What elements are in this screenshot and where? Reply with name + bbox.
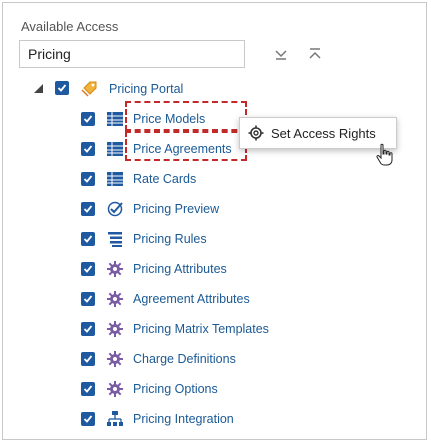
checkmark-icon [83,265,93,273]
tree-node-child[interactable]: Pricing Attributes [3,255,428,283]
tree-node-child[interactable]: Pricing Rules [3,225,428,253]
tree-node-label[interactable]: Pricing Matrix Templates [133,322,269,336]
tag-icon [81,81,97,97]
tree-node-child[interactable]: Rate Cards [3,165,428,193]
set-access-rights-menu-item[interactable]: Set Access Rights [240,118,396,148]
hierarchy-icon [107,411,123,426]
gear-icon [107,381,123,397]
collapse-all-button[interactable] [307,46,323,62]
checkmark-icon [83,145,93,153]
tree-node-label[interactable]: Pricing Preview [133,202,219,216]
table-icon [107,172,123,186]
child-checkbox[interactable] [81,292,95,306]
tree-node-label[interactable]: Pricing Rules [133,232,207,246]
tree-node-child[interactable]: Agreement Attributes [3,285,428,313]
expand-all-button[interactable] [273,46,289,62]
menu-item-label: Set Access Rights [271,126,376,141]
checkmark-icon [83,235,93,243]
checkmark-icon [83,205,93,213]
child-checkbox[interactable] [81,232,95,246]
search-input[interactable]: Pricing [19,40,245,68]
tree-node-label[interactable]: Charge Definitions [133,352,236,366]
panel-heading: Available Access [21,19,119,34]
tree-node-label[interactable]: Pricing Integration [133,412,234,426]
tree-node-label[interactable]: Pricing Attributes [133,262,227,276]
checkmark-icon [83,325,93,333]
tree-node-label[interactable]: Agreement Attributes [133,292,250,306]
tree-node-label[interactable]: Pricing Options [133,382,218,396]
gear-icon [107,261,123,277]
checkmark-icon [83,355,93,363]
collapse-all-icon [309,48,321,59]
gear-icon [107,321,123,337]
tree-node-label[interactable]: Rate Cards [133,172,196,186]
tree-node-child[interactable]: Charge Definitions [3,345,428,373]
context-menu: Set Access Rights [239,117,397,149]
gear-icon [107,351,123,367]
checkmark-icon [83,415,93,423]
checkmark-icon [83,385,93,393]
gear-icon [107,291,123,307]
selection-highlight [125,131,247,161]
check-circle-icon [107,201,123,217]
tree-node-child[interactable]: Pricing Integration [3,405,428,433]
expand-all-icon [275,50,287,60]
checkmark-icon [83,175,93,183]
gear-settings-icon [248,125,264,141]
tree-node-child[interactable]: Pricing Matrix Templates [3,315,428,343]
list-icon [108,232,122,247]
tree-node-label[interactable]: Pricing Portal [109,82,183,96]
child-checkbox[interactable] [81,382,95,396]
child-checkbox[interactable] [81,322,95,336]
child-checkbox[interactable] [81,172,95,186]
child-checkbox[interactable] [81,202,95,216]
child-checkbox[interactable] [81,112,95,126]
expand-triangle-icon[interactable] [34,84,43,93]
table-icon [107,142,123,156]
child-checkbox[interactable] [81,262,95,276]
checkmark-icon [57,84,67,92]
checkmark-icon [83,295,93,303]
selection-highlight [125,101,247,131]
table-icon [107,112,123,126]
child-checkbox[interactable] [81,412,95,426]
available-access-panel: Available Access Pricing Pricing Portal [2,2,427,440]
child-checkbox[interactable] [81,352,95,366]
child-checkbox[interactable] [81,142,95,156]
checkmark-icon [83,115,93,123]
tree-node-child[interactable]: Pricing Options [3,375,428,403]
root-checkbox[interactable] [55,81,69,95]
tree-node-child[interactable]: Pricing Preview [3,195,428,223]
hand-cursor-icon [376,143,393,166]
tree-node-root[interactable]: Pricing Portal [3,75,428,103]
